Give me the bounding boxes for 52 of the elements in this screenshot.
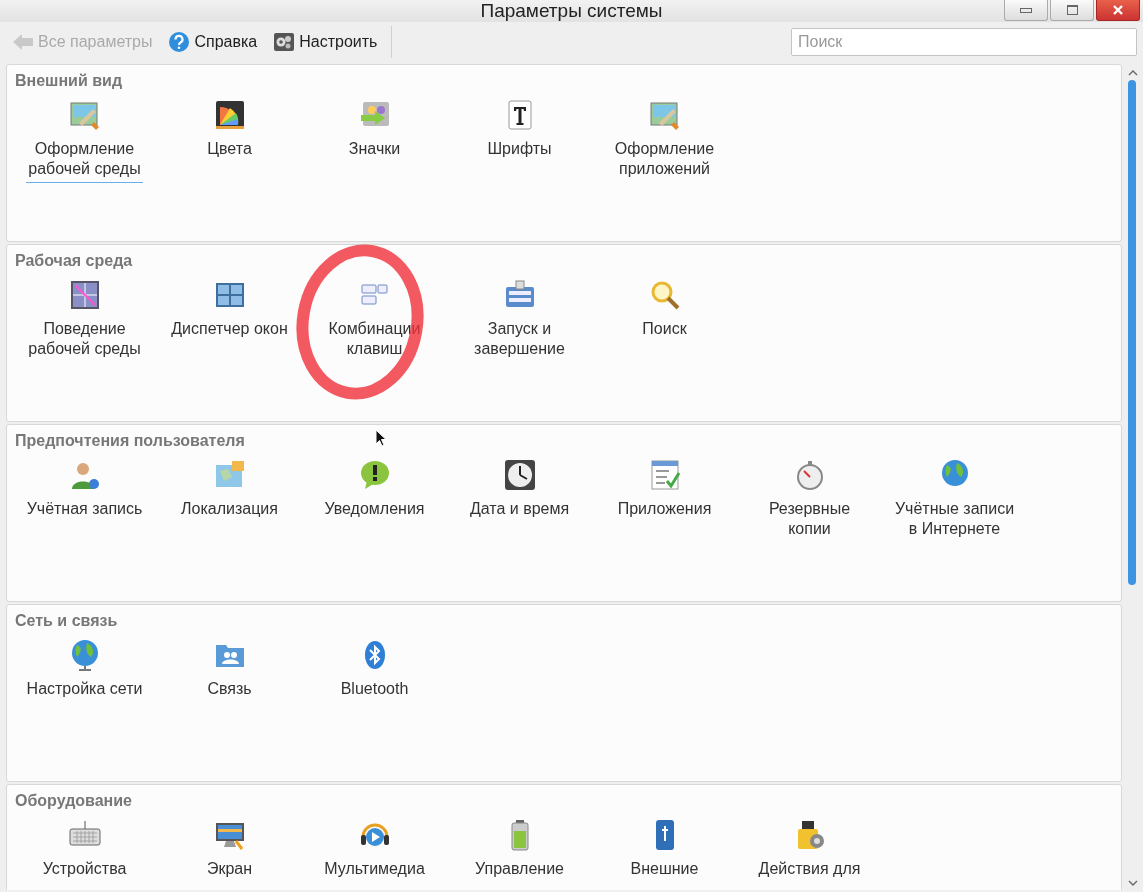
category-item-label[interactable]: Оформление приложений (612, 139, 717, 183)
category-item-label[interactable]: Настройка сети (24, 679, 145, 703)
picture-brush-icon[interactable] (68, 99, 101, 131)
category-item-label[interactable]: Диспетчер окон (169, 319, 290, 343)
palette-fan-icon[interactable] (213, 99, 246, 131)
picture-brush-icon[interactable] (648, 99, 681, 131)
scrollbar-thumb[interactable] (1128, 80, 1136, 585)
category-item-label[interactable]: Связь (205, 679, 254, 703)
category-item-label[interactable]: Локализация (179, 499, 280, 523)
category-item-label[interactable]: Действия для (756, 859, 863, 883)
scroll-up-icon[interactable] (1128, 69, 1138, 77)
configure-button[interactable]: Настроить (267, 30, 384, 54)
category-item-label[interactable]: Оформление рабочей среды (26, 139, 143, 183)
category-item-label[interactable]: Приложения (615, 499, 714, 523)
maximize-button[interactable] (1050, 0, 1094, 21)
category-item-label[interactable]: Дата и время (467, 499, 572, 523)
close-button[interactable] (1096, 0, 1140, 21)
category-heading: Внешний вид (14, 71, 124, 90)
category-item-label[interactable]: Внешние (628, 859, 701, 883)
window-title: Параметры системы (480, 0, 663, 22)
category-item-label[interactable]: Уведомления (322, 499, 427, 523)
help-button[interactable]: Справка (162, 29, 264, 55)
category-item-label[interactable]: Значки (346, 139, 403, 163)
category-heading: Предпочтения пользователя (14, 431, 246, 450)
category-item-label[interactable]: Bluetooth (338, 679, 411, 703)
exclamation-bubble-icon[interactable] (358, 459, 391, 491)
scroll-down-icon[interactable] (1128, 879, 1138, 887)
back-arrow-icon (12, 32, 34, 52)
category-item-label[interactable]: Мультимедиа (322, 859, 427, 883)
category-item-label[interactable]: Управление (473, 859, 566, 883)
category-item-label[interactable]: Резервные копии (766, 499, 853, 543)
category-item-label[interactable]: Учётные записи в Интернете (892, 499, 1017, 543)
category-heading: Рабочая среда (14, 251, 134, 270)
mouse-cursor-icon (375, 429, 387, 447)
category-item-label[interactable]: Учётная запись (24, 499, 145, 523)
category-item-label[interactable]: Поведение рабочей среды (26, 319, 143, 363)
category-item-label[interactable]: Цвета (205, 139, 254, 163)
search-field[interactable]: Поиск (791, 28, 1137, 56)
category-item-label[interactable]: Шрифты (485, 139, 554, 163)
clock-icon[interactable] (503, 459, 536, 491)
help-icon (168, 31, 191, 53)
checklist-icon[interactable] (648, 459, 681, 491)
category-item-label[interactable]: Запуск и завершение (472, 319, 567, 363)
category-item-label[interactable]: Поиск (640, 319, 689, 343)
category-item-label[interactable]: Экран (204, 859, 255, 883)
category-heading: Оборудование (14, 791, 133, 810)
category-heading: Сеть и связь (14, 611, 119, 630)
minimize-button[interactable] (1004, 0, 1048, 21)
close-icon (1112, 4, 1124, 16)
gears-icon (273, 32, 296, 52)
sparkle-window-icon[interactable] (68, 279, 101, 311)
category-item-label[interactable]: Устройства (40, 859, 129, 883)
